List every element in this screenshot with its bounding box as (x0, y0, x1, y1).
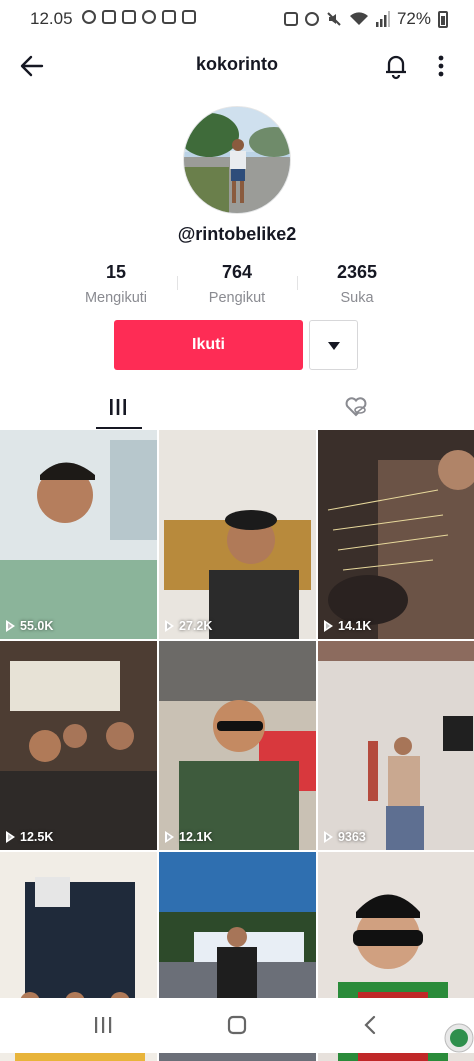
heart-hidden-icon (345, 397, 367, 417)
video-tile[interactable]: 55.0K (0, 430, 157, 639)
play-icon (165, 831, 174, 843)
tab-liked[interactable] (237, 388, 474, 430)
play-icon (6, 620, 15, 632)
following-count: 15 (105, 262, 127, 282)
video-thumbnail (0, 430, 157, 639)
video-thumbnail (318, 641, 474, 850)
record-icon (182, 10, 196, 24)
followers-label: Pengikut (208, 290, 266, 306)
stat-following[interactable]: 15 Mengikuti (56, 262, 176, 306)
minus-circle-icon (82, 10, 96, 24)
wifi-icon (349, 12, 368, 25)
user-circle-icon (142, 10, 156, 24)
instagram-icon (162, 10, 176, 24)
video-views: 14.1K (338, 619, 372, 633)
tab-videos[interactable] (0, 388, 237, 430)
play-icon (165, 620, 174, 632)
video-tile[interactable]: 9363 (318, 641, 474, 850)
status-time: 12.05 (30, 9, 73, 28)
stat-likes[interactable]: 2365 Suka (297, 262, 417, 306)
play-icon (324, 831, 333, 843)
play-icon (324, 620, 333, 632)
battery-percent: 72% (396, 9, 431, 28)
back-icon[interactable] (356, 1014, 386, 1036)
status-bar: 12.05 72% (0, 0, 474, 38)
play-icon (6, 831, 15, 843)
alarm-off-icon (283, 12, 298, 26)
video-thumbnail (318, 430, 474, 639)
video-views: 12.5K (20, 830, 54, 844)
floating-assistant-icon[interactable] (444, 1023, 474, 1053)
likes-count: 2365 (336, 262, 378, 282)
video-tile[interactable]: 12.1K (159, 641, 316, 850)
alarm-icon (304, 12, 319, 26)
video-thumbnail (159, 430, 316, 639)
more-vertical-icon[interactable] (430, 52, 452, 80)
video-views: 9363 (338, 830, 366, 844)
video-tile[interactable]: 12.5K (0, 641, 157, 850)
video-thumbnail (159, 641, 316, 850)
video-thumbnail (0, 641, 157, 850)
gallery-icon (122, 10, 136, 24)
video-views: 55.0K (20, 619, 54, 633)
video-views: 27.2K (179, 619, 213, 633)
battery-icon (438, 10, 448, 28)
video-tile[interactable]: 27.2K (159, 430, 316, 639)
grid-icon (110, 399, 126, 415)
active-tab-indicator (96, 427, 142, 429)
avatar-photo (184, 107, 290, 213)
signal-icon (375, 11, 390, 27)
likes-label: Suka (340, 290, 374, 306)
stat-followers[interactable]: 764 Pengikut (177, 262, 297, 306)
bell-icon[interactable] (382, 52, 410, 80)
system-nav-bar (0, 998, 474, 1053)
shopee-icon (102, 10, 116, 24)
followers-count: 764 (221, 262, 253, 282)
suggested-accounts-dropdown-button[interactable] (309, 320, 358, 370)
recent-apps-icon[interactable] (88, 1014, 118, 1036)
home-icon[interactable] (222, 1014, 252, 1036)
video-views: 12.1K (179, 830, 213, 844)
follow-button[interactable]: Ikuti (114, 320, 303, 370)
profile-header: kokorinto (0, 40, 474, 92)
video-tile[interactable]: 14.1K (318, 430, 474, 639)
avatar[interactable] (183, 106, 291, 214)
following-label: Mengikuti (84, 290, 148, 306)
profile-username: @rintobelike2 (177, 224, 297, 244)
mute-icon (327, 12, 341, 26)
